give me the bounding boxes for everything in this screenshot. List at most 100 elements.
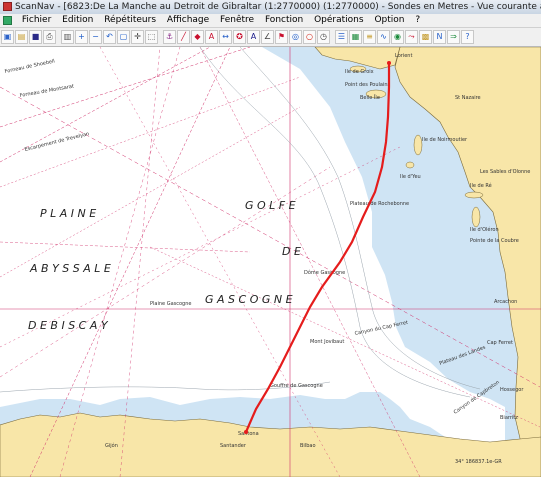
zoom-in-button[interactable]: +	[75, 30, 88, 44]
text-annotation-icon: A	[208, 32, 215, 41]
lifebuoy-icon: ○	[306, 32, 313, 41]
help-button[interactable]: ?	[461, 30, 474, 44]
system-menu-icon[interactable]	[3, 16, 12, 25]
feature-label: Pointe de la Coubre	[470, 238, 519, 244]
overview-map-icon: ▦	[351, 32, 360, 41]
feature-label: Ile de Groix	[345, 69, 374, 75]
route-start-waypoint[interactable]	[387, 61, 391, 65]
toolbar-separator	[57, 30, 60, 44]
label-de-biscay: D E B I S C A Y	[28, 319, 109, 332]
pan-button[interactable]: ✛	[131, 30, 144, 44]
compass-button[interactable]: ✪	[233, 30, 246, 44]
measure-button[interactable]: ↔	[219, 30, 232, 44]
bearing-icon: ∠	[263, 32, 272, 41]
print-button[interactable]: ⎙	[43, 30, 56, 44]
waypoint-button[interactable]: ◆	[191, 30, 204, 44]
title-bar: ScanNav - [6823:De La Manche au Detroit …	[0, 0, 541, 14]
mark-icon: ⚑	[277, 32, 286, 41]
label-plaine: P L A I N E	[40, 207, 96, 220]
compass-icon: ✪	[236, 32, 243, 41]
pan-icon: ✛	[134, 32, 141, 41]
tide-button[interactable]: ∿	[377, 30, 390, 44]
menu-fenetre[interactable]: Fenêtre	[216, 14, 258, 27]
nautical-chart[interactable]: G O L F E D E G A S C O G N E P L A I N …	[0, 47, 541, 477]
feature-label: Point des Poulains	[345, 82, 391, 88]
label-abyssale: A B Y S S A L E	[29, 262, 111, 275]
menu-fichier[interactable]: Fichier	[18, 14, 55, 27]
track-button[interactable]: ⤳	[405, 30, 418, 44]
menu-operations[interactable]: Opérations	[310, 14, 367, 27]
layers-icon: ≡	[366, 32, 373, 41]
zoom-in-icon: +	[78, 32, 85, 41]
feature-label: Lorient	[395, 53, 412, 59]
toolbar: ▣ ▤ ■ ⎙ ▥ + − ↶ ▢ ✛ ⬚ ⚓ ╱ ◆ A ↔ ✪ A ∠ ⚑ ◎ ○ ◷ ☰ ▦ ≡ ∿ ◉ ⤳ ▩ N ⇒?	[0, 28, 541, 47]
menu-option[interactable]: Option	[370, 14, 408, 27]
zoom-previous-button[interactable]: ↶	[103, 30, 116, 44]
text-tool-icon: A	[250, 32, 257, 41]
chart-list-icon: ☰	[337, 32, 346, 41]
save-button[interactable]: ■	[29, 30, 42, 44]
instruments-icon: ▩	[421, 32, 430, 41]
print-icon: ⎙	[46, 32, 53, 41]
feature-label: Arcachon	[494, 299, 517, 305]
zoom-fit-button[interactable]: ▣	[1, 30, 14, 44]
text-annotation-button[interactable]: A	[205, 30, 218, 44]
feature-label: Hossegor	[500, 387, 524, 393]
menu-help[interactable]: ?	[411, 14, 424, 27]
zoom-window-button[interactable]: ▢	[117, 30, 130, 44]
island-oleron	[471, 206, 481, 228]
zoom-out-button[interactable]: −	[89, 30, 102, 44]
feature-label: Les Sables d'Olonne	[480, 169, 530, 175]
target-icon: ◎	[292, 32, 299, 41]
layers-button[interactable]: ≡	[363, 30, 376, 44]
next-button[interactable]: ⇒	[447, 30, 460, 44]
feature-label: Cap Ferret	[487, 340, 513, 346]
waypoint-icon: ◆	[194, 32, 201, 41]
clock-button[interactable]: ◷	[317, 30, 330, 44]
overview-map-button[interactable]: ▦	[349, 30, 362, 44]
target-button[interactable]: ◎	[289, 30, 302, 44]
menu-repetiteurs[interactable]: Répétiteurs	[100, 14, 160, 27]
instruments-button[interactable]: ▩	[419, 30, 432, 44]
bearing-button[interactable]: ∠	[261, 30, 274, 44]
chart-canvas[interactable]: G O L F E D E G A S C O G N E P L A I N …	[0, 47, 541, 477]
next-icon: ⇒	[450, 32, 457, 41]
text-tool-button[interactable]: A	[247, 30, 260, 44]
toolbar-separator	[159, 30, 162, 44]
feature-label: Santona	[238, 431, 259, 437]
track-icon: ⤳	[408, 32, 415, 41]
label-gascogne: G A S C O G N E	[205, 293, 293, 306]
select-area-button[interactable]: ⬚	[145, 30, 158, 44]
menu-fonction[interactable]: Fonction	[261, 14, 307, 27]
menu-bar: Fichier Edition Répétiteurs Affichage Fe…	[0, 14, 541, 28]
mark-button[interactable]: ⚑	[275, 30, 288, 44]
lifebuoy-button[interactable]: ○	[303, 30, 316, 44]
app-icon	[3, 2, 12, 11]
feature-label: Ile de Ré	[470, 182, 492, 189]
feature-label: Ile d'Yeu	[400, 174, 421, 180]
scale-note: 34° 186837.1e-GR	[455, 459, 502, 465]
chart-list-button[interactable]: ☰	[335, 30, 348, 44]
print-preview-button[interactable]: ▥	[61, 30, 74, 44]
feature-label: Belle Île	[360, 94, 380, 101]
feature-label: Ile de Noirmoutier	[422, 137, 468, 143]
clock-icon: ◷	[320, 32, 327, 41]
save-icon: ■	[31, 32, 40, 41]
toolbar-separator	[331, 30, 334, 44]
feature-label: Plaine Gascogne	[150, 301, 191, 307]
menu-affichage[interactable]: Affichage	[163, 14, 213, 27]
open-icon: ▤	[17, 32, 26, 41]
island-yeu	[405, 161, 415, 169]
zoom-out-icon: −	[92, 32, 99, 41]
route-button[interactable]: ╱	[177, 30, 190, 44]
tide-icon: ∿	[380, 32, 387, 41]
open-button[interactable]: ▤	[15, 30, 28, 44]
gps-button[interactable]: ◉	[391, 30, 404, 44]
feature-label: Biarritz	[500, 415, 518, 421]
nmea-button[interactable]: N	[433, 30, 446, 44]
anchor-button[interactable]: ⚓	[163, 30, 176, 44]
feature-label: Gijón	[105, 442, 118, 449]
menu-edition[interactable]: Edition	[58, 14, 97, 27]
route-end-waypoint[interactable]	[244, 430, 248, 434]
feature-label: Dôme Gascogne	[304, 269, 345, 276]
